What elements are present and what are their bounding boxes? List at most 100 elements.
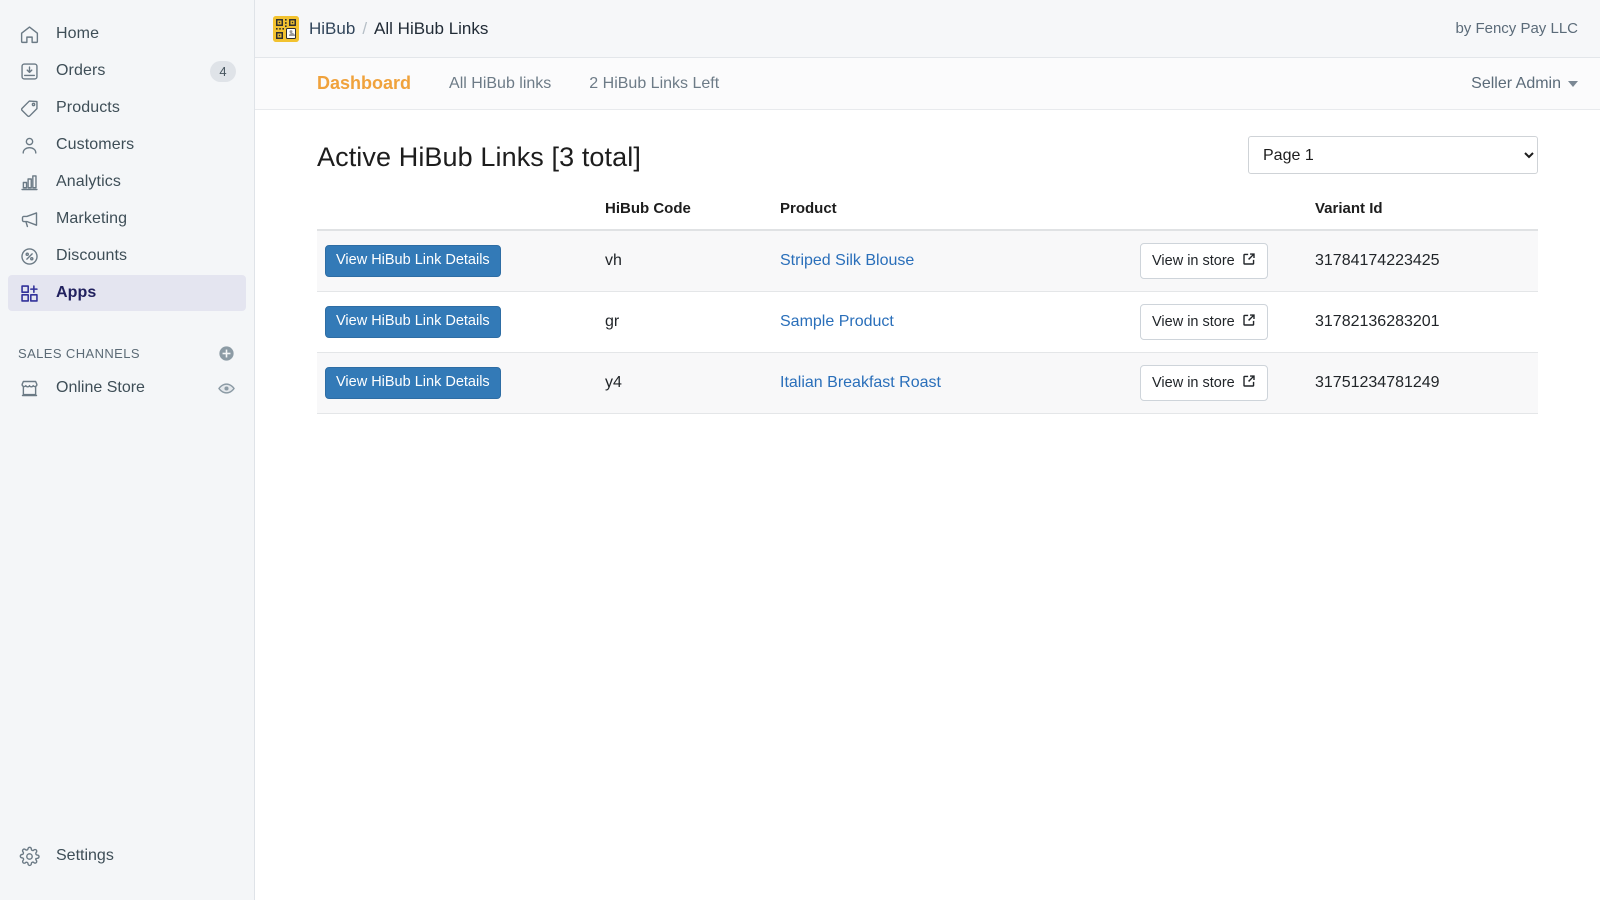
variant-id-value: 31784174223425	[1315, 252, 1440, 269]
col-header-product: Product	[772, 200, 1132, 231]
breadcrumb-app-link[interactable]: HiBub	[309, 19, 355, 39]
sales-channels-header: SALES CHANNELS	[0, 336, 254, 370]
view-in-store-label: View in store	[1152, 314, 1235, 330]
app-topbar: HiBub / All HiBub Links by Fency Pay LLC	[255, 0, 1600, 58]
view-in-store-button[interactable]: View in store	[1140, 304, 1268, 340]
sales-channels-title: SALES CHANNELS	[18, 345, 140, 361]
hibub-links-table: HiBub Code Product Variant Id View HiBub…	[317, 200, 1538, 414]
sidebar-item-label: Home	[56, 25, 100, 42]
chevron-down-icon	[1568, 80, 1578, 87]
sidebar-nav-list: Home Orders 4 Products Customers Analyti…	[0, 16, 254, 312]
cell-action: View HiBub Link Details	[317, 230, 597, 292]
analytics-icon	[18, 171, 40, 193]
page-selector-wrap: Page 1	[1248, 136, 1538, 174]
developer-label: by Fency Pay LLC	[1455, 20, 1578, 37]
cell-hibub-code: gr	[597, 291, 772, 353]
breadcrumb: HiBub / All HiBub Links	[273, 15, 488, 42]
cell-variant-id: 31782136283201	[1307, 291, 1538, 353]
sidebar-item-settings[interactable]: Settings	[8, 838, 246, 874]
sidebar-item-label: Products	[56, 99, 120, 116]
external-link-icon	[1242, 313, 1256, 331]
product-link[interactable]: Sample Product	[780, 313, 894, 330]
cell-action: View HiBub Link Details	[317, 352, 597, 414]
eye-icon[interactable]	[216, 378, 236, 398]
apps-icon	[18, 282, 40, 304]
sidebar-item-analytics[interactable]: Analytics	[8, 164, 246, 200]
sidebar: Home Orders 4 Products Customers Analyti…	[0, 0, 255, 900]
page-select[interactable]: Page 1	[1248, 136, 1538, 174]
marketing-icon	[18, 208, 40, 230]
sidebar-item-online-store[interactable]: Online Store	[0, 370, 254, 406]
variant-id-value: 31751234781249	[1315, 374, 1440, 391]
app-root: Home Orders 4 Products Customers Analyti…	[0, 0, 1600, 900]
sidebar-item-label: Online Store	[56, 379, 145, 396]
orders-icon	[18, 60, 40, 82]
sidebar-item-discounts[interactable]: Discounts	[8, 238, 246, 274]
cell-hibub-code: vh	[597, 230, 772, 292]
sidebar-item-orders[interactable]: Orders 4	[8, 53, 246, 89]
variant-id-value: 31782136283201	[1315, 313, 1440, 330]
sidebar-item-label: Discounts	[56, 247, 128, 264]
sidebar-item-label: Orders	[56, 62, 106, 79]
home-icon	[18, 23, 40, 45]
hibub-qr-logo	[273, 15, 299, 42]
plus-circle-icon[interactable]	[216, 343, 236, 363]
sidebar-item-label: Analytics	[56, 173, 121, 190]
gear-icon	[18, 845, 40, 867]
view-in-store-button[interactable]: View in store	[1140, 365, 1268, 401]
cell-store: View in store	[1132, 352, 1307, 414]
col-header-hibub-code: HiBub Code	[597, 200, 772, 231]
cell-store: View in store	[1132, 291, 1307, 353]
product-link[interactable]: Striped Silk Blouse	[780, 252, 914, 269]
cell-hibub-code: y4	[597, 352, 772, 414]
storefront-icon	[18, 377, 40, 399]
account-label: Seller Admin	[1471, 74, 1561, 92]
cell-product: Sample Product	[772, 291, 1132, 353]
table-head: HiBub Code Product Variant Id	[317, 200, 1538, 231]
orders-badge: 4	[210, 60, 236, 82]
cell-variant-id: 31751234781249	[1307, 352, 1538, 414]
cell-product: Striped Silk Blouse	[772, 230, 1132, 292]
tab-hibub-links-left[interactable]: 2 HiBub Links Left	[589, 75, 719, 93]
discounts-icon	[18, 245, 40, 267]
account-menu[interactable]: Seller Admin	[1471, 75, 1578, 93]
table-row: View HiBub Link Details y4 Italian Break…	[317, 352, 1538, 414]
col-header-store	[1132, 200, 1307, 231]
sidebar-item-label: Settings	[56, 847, 114, 864]
breadcrumb-separator: /	[362, 18, 368, 38]
sidebar-item-customers[interactable]: Customers	[8, 127, 246, 163]
breadcrumb-current: All HiBub Links	[374, 18, 489, 38]
sidebar-item-home[interactable]: Home	[8, 16, 246, 52]
app-tabbar: Dashboard All HiBub links 2 HiBub Links …	[255, 58, 1600, 110]
cell-store: View in store	[1132, 230, 1307, 292]
external-link-icon	[1242, 374, 1256, 392]
cell-variant-id: 31784174223425	[1307, 230, 1538, 292]
col-header-variant-id: Variant Id	[1307, 200, 1538, 231]
view-hibub-link-details-button[interactable]: View HiBub Link Details	[325, 245, 501, 277]
view-in-store-button[interactable]: View in store	[1140, 243, 1268, 279]
sidebar-item-marketing[interactable]: Marketing	[8, 201, 246, 237]
sidebar-item-products[interactable]: Products	[8, 90, 246, 126]
product-link[interactable]: Italian Breakfast Roast	[780, 374, 941, 391]
cell-action: View HiBub Link Details	[317, 291, 597, 353]
tab-all-hibub-links[interactable]: All HiBub links	[449, 75, 551, 93]
content-header: Active HiBub Links [3 total] Page 1	[317, 136, 1538, 174]
breadcrumb-trail: HiBub / All HiBub Links	[309, 19, 488, 39]
table-header-row: HiBub Code Product Variant Id	[317, 200, 1538, 231]
view-in-store-label: View in store	[1152, 375, 1235, 391]
sidebar-item-apps[interactable]: Apps	[8, 275, 246, 311]
sidebar-footer: Settings	[0, 838, 254, 900]
sidebar-item-label: Apps	[56, 284, 97, 301]
tab-dashboard[interactable]: Dashboard	[317, 73, 411, 94]
view-hibub-link-details-button[interactable]: View HiBub Link Details	[325, 367, 501, 399]
sidebar-item-label: Marketing	[56, 210, 128, 227]
content-area: Active HiBub Links [3 total] Page 1 HiBu…	[255, 110, 1600, 900]
products-icon	[18, 97, 40, 119]
sidebar-item-label: Customers	[56, 136, 135, 153]
customers-icon	[18, 134, 40, 156]
view-hibub-link-details-button[interactable]: View HiBub Link Details	[325, 306, 501, 338]
cell-product: Italian Breakfast Roast	[772, 352, 1132, 414]
page-title: Active HiBub Links [3 total]	[317, 142, 641, 172]
main-area: HiBub / All HiBub Links by Fency Pay LLC…	[255, 0, 1600, 900]
table-body: View HiBub Link Details vh Striped Silk …	[317, 230, 1538, 414]
